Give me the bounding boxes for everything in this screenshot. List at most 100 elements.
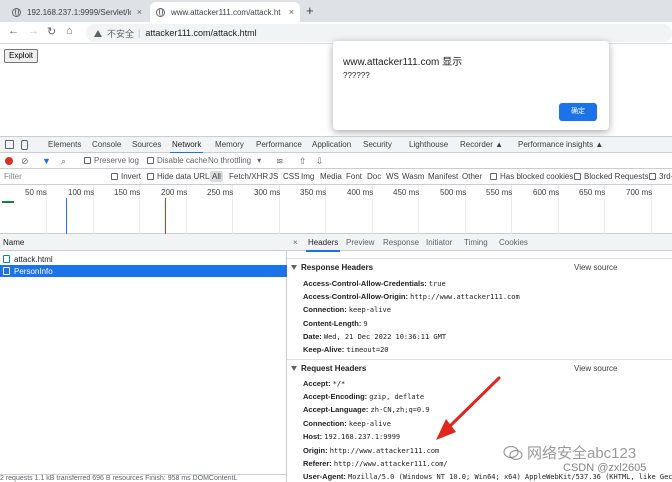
request-headers-title: Request Headers [301, 364, 367, 373]
request-header-row: Origin: http://www.attacker111.com [303, 446, 439, 455]
tab-headers[interactable]: Headers [305, 238, 341, 252]
timeline-tick-label: 350 ms [300, 188, 327, 197]
record-icon[interactable] [5, 157, 13, 165]
tab-memory[interactable]: Memory [215, 140, 244, 149]
timeline-tick: 300 ms [254, 185, 280, 234]
timeline-tick: 50 ms [25, 185, 47, 234]
header-name: Origin: [303, 446, 328, 455]
timeline-tick-label: 250 ms [207, 188, 234, 197]
close-icon[interactable]: × [293, 238, 298, 247]
filter-type-fetch-xhr[interactable]: Fetch/XHR [229, 172, 268, 181]
document-icon [3, 267, 10, 275]
tab-network[interactable]: Network [169, 140, 204, 154]
throttling-select[interactable]: No throttling ▾ [208, 156, 261, 165]
wifi-icon[interactable]: ≋ [276, 156, 284, 167]
timeline-tick: 500 ms [440, 185, 466, 234]
home-icon[interactable]: ⌂ [66, 25, 73, 37]
request-view-source-link[interactable]: View source [574, 364, 617, 373]
security-label[interactable]: 不安全 [107, 27, 134, 40]
header-value: 192.168.237.1:9999 [324, 433, 401, 441]
response-header-row: Date: Wed, 21 Dec 2022 10:36:11 GMT [303, 332, 446, 341]
tab-preview[interactable]: Preview [346, 238, 374, 247]
tab-performance[interactable]: Performance [256, 140, 302, 149]
checkbox-icon [84, 157, 91, 164]
tab-lighthouse[interactable]: Lighthouse [409, 140, 448, 149]
filter-type-wasm[interactable]: Wasm [402, 172, 424, 181]
upload-icon[interactable]: ⇧ [299, 156, 307, 167]
device-toolbar-icon[interactable] [21, 140, 28, 150]
filter-type-ws[interactable]: WS [386, 172, 399, 181]
tab-security[interactable]: Security [363, 140, 392, 149]
header-name: Content-Length: [303, 319, 362, 328]
detail-tabbar: × Headers Preview Response Initiator Tim… [287, 234, 672, 252]
address-url[interactable]: attacker111.com/attack.html [145, 28, 256, 38]
tab-title: 192.168.237.1:9999/Servlet/lo [27, 7, 131, 17]
network-timeline-overview[interactable]: 50 ms 100 ms 150 ms 200 ms 250 ms 300 ms… [0, 185, 672, 234]
clear-icon[interactable]: ⊘ [21, 156, 29, 167]
close-tab-icon[interactable]: × [289, 7, 294, 17]
filter-type-manifest[interactable]: Manifest [428, 172, 458, 181]
tab-application[interactable]: Application [312, 140, 351, 149]
new-tab-button[interactable]: + [306, 3, 314, 18]
watermark-wechat: 网络安全abc123 [503, 442, 636, 463]
filter-input[interactable]: Filter [4, 172, 22, 181]
reload-icon[interactable]: ↻ [47, 25, 56, 38]
alert-ok-button[interactable]: 确定 [559, 103, 597, 121]
response-view-source-link[interactable]: View source [574, 263, 617, 272]
request-name: PersonInfo [14, 266, 53, 276]
third-party-checkbox[interactable]: 3rd- [649, 172, 672, 181]
disable-cache-label: Disable cache [157, 156, 208, 165]
tab-cookies[interactable]: Cookies [499, 238, 528, 247]
exploit-button[interactable]: Exploit [4, 49, 39, 63]
preserve-log-checkbox[interactable]: Preserve log [84, 156, 139, 165]
request-headers-toggle[interactable]: Request Headers [291, 364, 366, 373]
filter-type-font[interactable]: Font [346, 172, 362, 181]
browser-tab-attack[interactable]: www.attacker111.com/attack.ht × [150, 2, 300, 22]
request-row-attack-html[interactable]: attack.html [0, 253, 287, 265]
header-value: keep-alive [348, 306, 391, 314]
filter-type-media[interactable]: Media [320, 172, 342, 181]
address-bar[interactable]: 不安全 | attacker111.com/attack.html [86, 24, 672, 42]
filter-type-css[interactable]: CSS [283, 172, 299, 181]
invert-checkbox[interactable]: Invert [111, 172, 141, 181]
chevron-down-icon: ▾ [257, 156, 262, 165]
browser-tab-servlet[interactable]: 192.168.237.1:9999/Servlet/lo × [6, 2, 148, 22]
header-name: Referer: [303, 459, 332, 468]
tab-performance-insights[interactable]: Performance insights ▲ [518, 140, 603, 149]
tab-recorder[interactable]: Recorder ▲ [460, 140, 503, 149]
disable-cache-checkbox[interactable]: Disable cache [147, 156, 207, 165]
download-icon[interactable]: ⇩ [316, 156, 324, 167]
timeline-request-bar [2, 201, 14, 203]
close-tab-icon[interactable]: × [137, 7, 142, 17]
filter-bar: Filter Invert Hide data URLs All Fetch/X… [0, 169, 672, 185]
request-row-personinfo[interactable]: PersonInfo [0, 265, 287, 277]
request-header-row: Accept-Encoding: gzip, deflate [303, 392, 424, 401]
timeline-tick: 450 ms [393, 185, 419, 234]
blocked-cookies-checkbox[interactable]: Has blocked cookies [490, 172, 573, 181]
timeline-tick: 700 ms [626, 185, 652, 234]
filter-type-js[interactable]: JS [269, 172, 278, 181]
filter-type-img[interactable]: Img [301, 172, 314, 181]
tab-console[interactable]: Console [92, 140, 121, 149]
inspect-element-icon[interactable] [5, 140, 14, 149]
filter-type-other[interactable]: Other [462, 172, 482, 181]
tab-elements[interactable]: Elements [48, 140, 81, 149]
back-icon[interactable]: ← [8, 25, 19, 37]
tab-response[interactable]: Response [383, 238, 419, 247]
checkbox-icon [574, 173, 581, 180]
search-icon[interactable]: ⌕ [61, 156, 66, 167]
filter-type-doc[interactable]: Doc [367, 172, 381, 181]
header-name: Connection: [303, 305, 347, 314]
header-name: Accept-Language: [303, 405, 369, 414]
tab-sources[interactable]: Sources [132, 140, 161, 149]
filter-type-all[interactable]: All [210, 171, 223, 182]
filter-icon[interactable]: ▼ [42, 156, 51, 166]
timeline-tick-label: 50 ms [25, 188, 47, 197]
forward-icon[interactable]: → [28, 25, 39, 37]
hide-data-urls-checkbox[interactable]: Hide data URLs [147, 172, 213, 181]
request-list-header[interactable]: Name [0, 234, 287, 251]
tab-timing[interactable]: Timing [464, 238, 488, 247]
tab-initiator[interactable]: Initiator [426, 238, 452, 247]
blocked-requests-checkbox[interactable]: Blocked Requests [574, 172, 648, 181]
response-headers-toggle[interactable]: Response Headers [291, 263, 373, 272]
